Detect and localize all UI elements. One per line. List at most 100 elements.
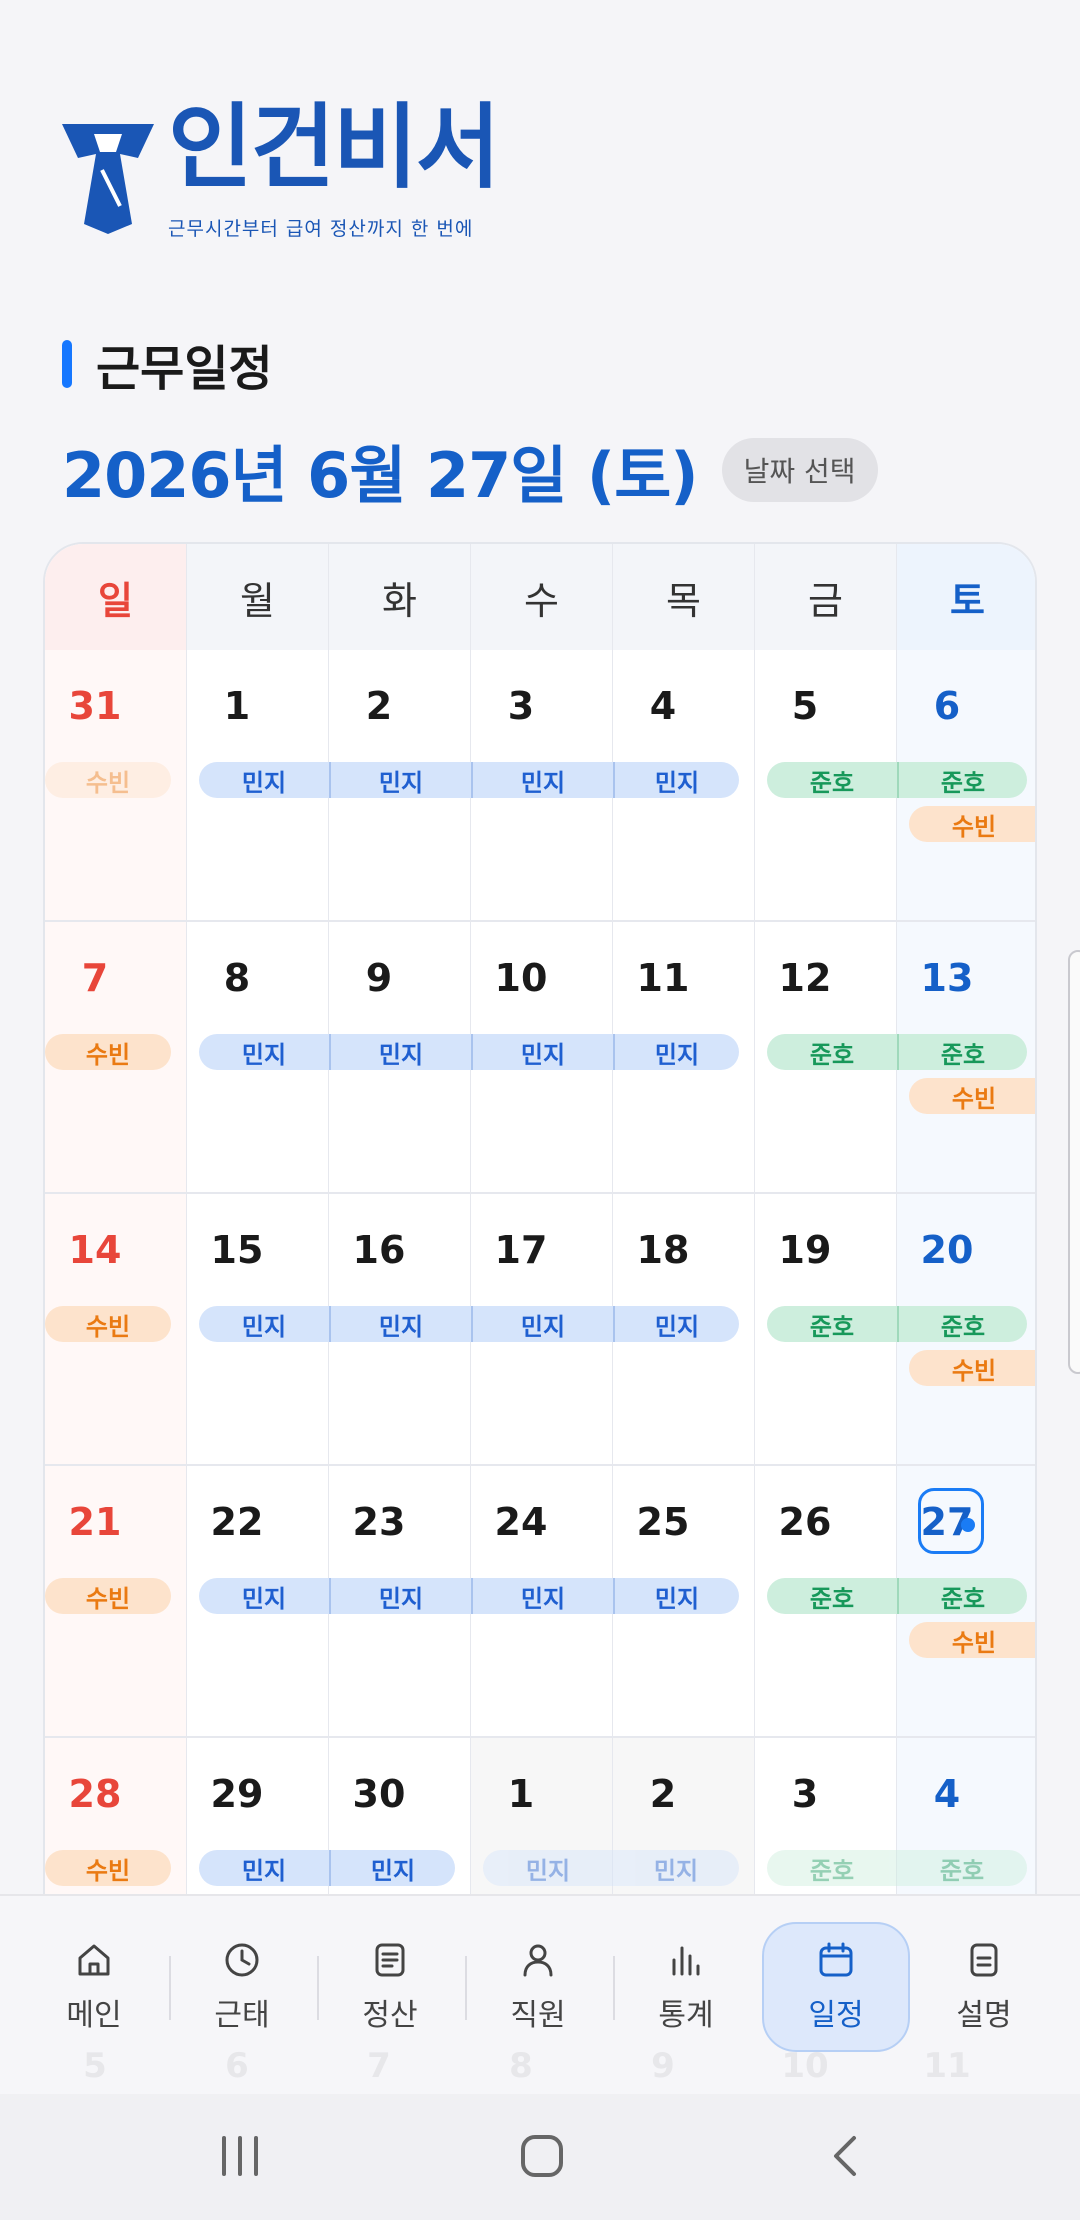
section-title: 근무일정	[96, 341, 273, 397]
shift-pill-minji[interactable]: 민지	[613, 1578, 739, 1614]
current-date: 2026년 6월 27일 (토)	[62, 439, 699, 512]
day-number: 22	[210, 1500, 264, 1544]
weekday-fri: 금	[755, 544, 897, 650]
shift-pill-minji[interactable]: 민지	[613, 762, 739, 798]
day-number: 3	[507, 684, 535, 728]
home-icon	[78, 1944, 110, 1976]
shift-pill-minji[interactable]: 민지	[613, 1034, 739, 1070]
day-number: 27	[920, 1500, 974, 1544]
shift-pill-minji[interactable]: 민지	[613, 1306, 739, 1342]
bar-chart-icon	[672, 1946, 700, 1976]
day-number: 24	[494, 1500, 548, 1544]
shift-pill-junho[interactable]: 준호	[767, 1578, 897, 1614]
weekday-tue: 화	[329, 544, 471, 650]
app-logo: 인건비서 근무시간부터 급여 정산까지 한 번에	[58, 102, 518, 240]
shift-pill-subin[interactable]: 수빈	[909, 1622, 1035, 1658]
shift-pill-subin[interactable]: 수빈	[45, 762, 171, 798]
shift-pill-junho[interactable]: 준호	[897, 1306, 1027, 1342]
shift-pill-minji[interactable]: 민지	[199, 1850, 329, 1886]
shift-pill-junho[interactable]: 준호	[897, 1034, 1027, 1070]
home-button-icon[interactable]	[520, 2134, 564, 2178]
ghost-day-number: 5	[83, 2046, 107, 2086]
shift-pill-minji[interactable]: 민지	[483, 1850, 613, 1886]
day-number: 10	[494, 956, 548, 1000]
day-number: 26	[778, 1500, 832, 1544]
day-number: 2	[649, 1772, 677, 1816]
day-number: 4	[933, 1772, 961, 1816]
nav-main[interactable]: 메인	[20, 1922, 168, 2052]
day-number: 21	[68, 1500, 122, 1544]
weekday-wed: 수	[471, 544, 613, 650]
shift-pill-subin[interactable]: 수빈	[45, 1850, 171, 1886]
day-number: 11	[636, 956, 690, 1000]
shift-pill-junho[interactable]: 준호	[767, 1034, 897, 1070]
day-number: 29	[210, 1772, 264, 1816]
day-number: 28	[68, 1772, 122, 1816]
weekday-mon: 월	[187, 544, 329, 650]
nav-label: 근태	[214, 1998, 270, 2033]
shift-pill-junho[interactable]: 준호	[767, 1850, 897, 1886]
nav-guide[interactable]: 설명	[910, 1922, 1058, 2052]
shift-pill-minji[interactable]: 민지	[471, 762, 613, 798]
document-icon	[375, 1943, 405, 1977]
shift-pill-minji[interactable]: 민지	[329, 1850, 455, 1886]
day-number: 18	[636, 1228, 690, 1272]
day-number: 30	[352, 1772, 406, 1816]
shift-pill-minji[interactable]: 민지	[329, 1306, 471, 1342]
clock-icon	[225, 1943, 259, 1977]
ghost-day-number: 8	[509, 2046, 533, 2086]
person-icon	[523, 1944, 553, 1977]
ghost-day-number: 6	[225, 2046, 249, 2086]
shift-pill-junho[interactable]: 준호	[897, 762, 1027, 798]
day-number: 31	[68, 684, 122, 728]
shift-pill-minji[interactable]: 민지	[329, 1578, 471, 1614]
shift-pill-junho[interactable]: 준호	[897, 1578, 1027, 1614]
ghost-day-number: 10	[781, 2046, 829, 2086]
day-number: 8	[223, 956, 251, 1000]
shift-pill-junho[interactable]: 준호	[767, 1306, 897, 1342]
section-accent-bar	[62, 340, 72, 388]
shift-pill-minji[interactable]: 민지	[471, 1306, 613, 1342]
recent-apps-icon[interactable]	[218, 2136, 262, 2176]
date-picker-button[interactable]: 날짜 선택	[721, 438, 878, 502]
shift-pill-minji[interactable]: 민지	[471, 1578, 613, 1614]
calendar-icon	[819, 1942, 853, 1977]
back-icon[interactable]	[830, 2134, 860, 2178]
shift-pill-minji[interactable]: 민지	[199, 1578, 329, 1614]
scroll-handle[interactable]	[1068, 950, 1080, 1374]
nav-label: 정산	[362, 1998, 418, 2033]
shift-pill-minji[interactable]: 민지	[329, 762, 471, 798]
system-navigation-bar	[0, 2094, 1080, 2220]
shift-pill-minji[interactable]: 민지	[199, 762, 329, 798]
shift-pill-minji[interactable]: 민지	[329, 1034, 471, 1070]
month-calendar: 일 월 화 수 목 금 토 31 1 2 3 4 5 6 7 8 9 10 11…	[43, 542, 1037, 1942]
nav-label: 메인	[66, 1998, 122, 2033]
date-row: 2026년 6월 27일 (토) 날짜 선택	[62, 430, 878, 512]
nav-settlement[interactable]: 정산	[316, 1922, 464, 2052]
day-number: 23	[352, 1500, 406, 1544]
shift-pill-subin[interactable]: 수빈	[909, 806, 1035, 842]
shift-pill-subin[interactable]: 수빈	[45, 1034, 171, 1070]
weekday-sun: 일	[45, 544, 187, 650]
shift-pill-junho[interactable]: 준호	[767, 762, 897, 798]
nav-schedule[interactable]: 일정	[762, 1922, 910, 2052]
day-number: 9	[365, 956, 393, 1000]
shift-pill-subin[interactable]: 수빈	[909, 1078, 1035, 1114]
shift-pill-minji[interactable]: 민지	[613, 1850, 739, 1886]
nav-statistics[interactable]: 통계	[612, 1922, 760, 2052]
shift-pill-subin[interactable]: 수빈	[45, 1306, 171, 1342]
shift-pill-minji[interactable]: 민지	[199, 1306, 329, 1342]
shift-pill-minji[interactable]: 민지	[199, 1034, 329, 1070]
day-number: 13	[920, 956, 974, 1000]
nav-label: 직원	[510, 1998, 566, 2033]
nav-staff[interactable]: 직원	[464, 1922, 612, 2052]
ghost-day-number: 9	[651, 2046, 675, 2086]
nav-attendance[interactable]: 근태	[168, 1922, 316, 2052]
day-number: 2	[365, 684, 393, 728]
shift-pill-minji[interactable]: 민지	[471, 1034, 613, 1070]
shift-pill-subin[interactable]: 수빈	[909, 1350, 1035, 1386]
shift-pill-subin[interactable]: 수빈	[45, 1578, 171, 1614]
shift-pill-junho[interactable]: 준호	[897, 1850, 1027, 1886]
day-number: 15	[210, 1228, 264, 1272]
nav-label: 설명	[956, 1998, 1012, 2033]
